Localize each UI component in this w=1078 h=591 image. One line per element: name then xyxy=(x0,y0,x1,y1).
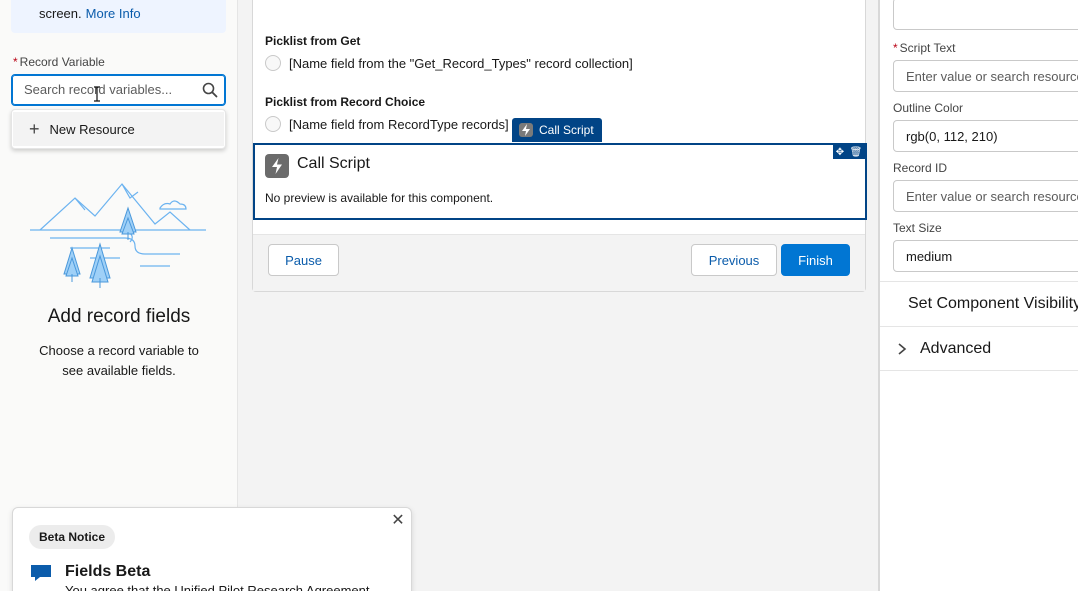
screen-card: Picklist from Get [Name field from the "… xyxy=(252,0,867,292)
properties-panel: * Script Text Enter value or search resou… xyxy=(878,0,1078,591)
empty-state-title: Add record fields xyxy=(47,306,191,327)
plus-icon: + xyxy=(29,119,40,139)
picklist-get-option[interactable]: [Name field from the "Get_Record_Types" … xyxy=(265,55,633,71)
beta-title: Fields Beta xyxy=(65,563,151,580)
chat-bubble-icon xyxy=(31,565,51,581)
finish-button[interactable]: Finish xyxy=(781,244,850,276)
lightning-icon xyxy=(265,154,289,178)
text-size-select[interactable]: medium xyxy=(893,240,1078,272)
record-id-label: Record ID xyxy=(893,161,948,175)
record-id-input[interactable]: Enter value or search resources... xyxy=(893,180,1078,212)
beta-notice-popover: Beta Notice ✕ Fields Beta You agree that… xyxy=(12,507,412,591)
record-variable-search[interactable] xyxy=(11,74,226,106)
move-icon[interactable]: ✥ xyxy=(836,147,844,158)
radio-button[interactable] xyxy=(265,55,281,71)
required-marker: * xyxy=(13,55,18,69)
screen-footer: Pause Previous Finish xyxy=(253,234,865,291)
resource-dropdown: + New Resource xyxy=(11,109,226,149)
info-text: screen. xyxy=(39,6,82,21)
outline-color-label: Outline Color xyxy=(893,101,964,115)
beta-badge: Beta Notice xyxy=(29,525,116,549)
call-script-component[interactable]: ✥ 🗑 Call Script No preview is available … xyxy=(253,143,867,220)
chevron-right-icon xyxy=(898,342,907,355)
text-cursor-icon xyxy=(94,86,100,102)
trash-icon[interactable]: 🗑 xyxy=(850,147,863,158)
top-field-input[interactable] xyxy=(893,0,1078,30)
script-text-input[interactable]: Enter value or search resources... xyxy=(893,60,1078,92)
component-drag-tag[interactable]: Call Script xyxy=(512,118,602,142)
more-info-link[interactable]: More Info xyxy=(86,6,141,21)
visibility-section-toggle[interactable]: Set Component Visibility xyxy=(880,281,1078,326)
record-variable-label: * Record Variable xyxy=(13,55,105,69)
mountain-illustration xyxy=(30,183,206,288)
component-actions: ✥ 🗑 xyxy=(833,145,865,159)
new-resource-option[interactable]: + New Resource xyxy=(13,112,224,146)
new-resource-label: New Resource xyxy=(49,121,135,137)
close-icon[interactable]: ✕ xyxy=(391,513,405,529)
search-icon xyxy=(202,82,218,98)
record-variable-input[interactable] xyxy=(24,82,199,97)
pause-button[interactable]: Pause xyxy=(268,244,339,276)
info-callout: screen. More Info xyxy=(11,0,226,33)
component-title: Call Script xyxy=(297,155,370,172)
picklist-choice-option[interactable]: [Name field from RecordType records] xyxy=(265,116,509,132)
picklist-choice-label: Picklist from Record Choice xyxy=(265,95,426,109)
empty-state-description: Choose a record variable to see availabl… xyxy=(39,343,199,378)
radio-button[interactable] xyxy=(265,116,281,132)
tag-label: Call Script xyxy=(539,123,594,137)
required-marker: * xyxy=(893,41,898,55)
beta-body: You agree that the Unified Pilot Researc… xyxy=(65,583,370,591)
advanced-section-toggle[interactable]: Advanced xyxy=(880,326,1078,371)
screen-canvas: Picklist from Get [Name field from the "… xyxy=(239,0,877,591)
resource-panel: screen. More Info *Record Variable + New … xyxy=(0,0,238,591)
component-preview-text: No preview is available for this compone… xyxy=(265,191,494,205)
previous-button[interactable]: Previous xyxy=(691,244,777,276)
lightning-icon xyxy=(519,123,533,137)
outline-color-input[interactable]: rgb(0, 112, 210) xyxy=(893,120,1078,152)
text-size-label: Text Size xyxy=(893,221,942,235)
picklist-get-label: Picklist from Get xyxy=(265,34,361,48)
script-text-label: * Script Text xyxy=(893,41,956,55)
